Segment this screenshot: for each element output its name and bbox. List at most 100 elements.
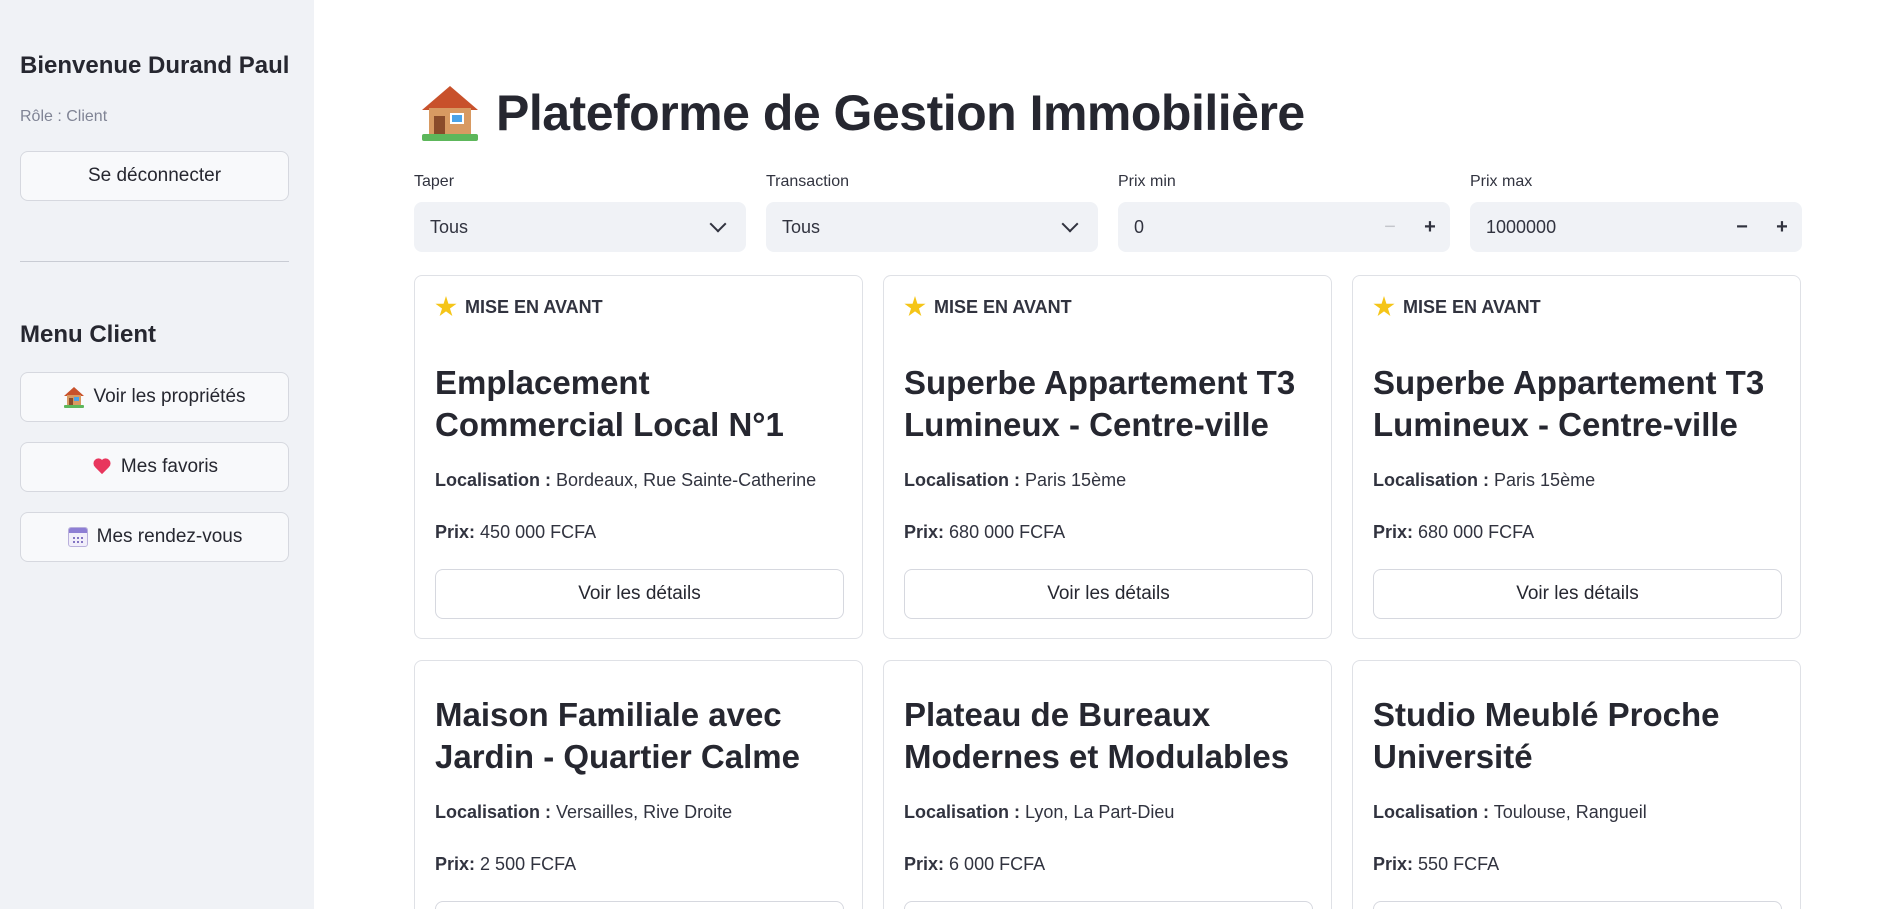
- property-card: Plateau de Bureaux Modernes et Modulable…: [883, 660, 1332, 909]
- type-filter-label: Taper: [414, 173, 455, 190]
- location-label: Localisation :: [904, 802, 1021, 822]
- price-min-filter: Prix min 0 − +: [1118, 173, 1450, 252]
- location-value: Toulouse, Rangueil: [1493, 802, 1647, 822]
- property-card: MISE EN AVANT Superbe Appartement T3 Lum…: [883, 275, 1332, 639]
- app: Bienvenue Durand Paul Rôle : Client Se d…: [0, 0, 1904, 909]
- price-min-label: Prix min: [1118, 173, 1176, 190]
- page-title-text: Plateforme de Gestion Immobilière: [496, 85, 1305, 141]
- location-value: Paris 15ème: [1025, 470, 1127, 490]
- view-details-button[interactable]: Voir les détails: [904, 569, 1313, 619]
- price-value: 680 000 FCFA: [949, 522, 1066, 542]
- chevron-down-icon: [709, 215, 727, 233]
- featured-badge: MISE EN AVANT: [904, 296, 1072, 318]
- location-label: Localisation :: [435, 802, 552, 822]
- property-title: Superbe Appartement T3 Lumineux - Centre…: [904, 364, 1296, 443]
- sidebar: Bienvenue Durand Paul Rôle : Client Se d…: [0, 0, 314, 909]
- location-value: Lyon, La Part-Dieu: [1025, 802, 1175, 822]
- property-card: MISE EN AVANT Emplacement Commercial Loc…: [414, 275, 863, 639]
- price-max-filter: Prix max 1000000 − +: [1470, 173, 1802, 252]
- view-details-button[interactable]: Voir les détails: [1373, 569, 1782, 619]
- sidebar-item-label: Mes rendez-vous: [96, 526, 243, 547]
- property-card: Studio Meublé Proche Université Localisa…: [1352, 660, 1801, 909]
- star-icon: [435, 296, 457, 317]
- property-location: Localisation : Toulouse, Rangueil: [1373, 802, 1647, 823]
- type-select[interactable]: Tous: [414, 202, 746, 252]
- featured-label: MISE EN AVANT: [1403, 296, 1541, 317]
- property-location: Localisation : Versailles, Rive Droite: [435, 802, 732, 823]
- heart-icon: [91, 456, 113, 478]
- featured-badge: MISE EN AVANT: [1373, 296, 1541, 318]
- property-price: Prix: 6 000 FCFA: [904, 854, 1045, 875]
- price-value: 450 000 FCFA: [480, 522, 597, 542]
- property-location: Localisation : Paris 15ème: [1373, 470, 1595, 491]
- star-icon: [904, 296, 926, 317]
- property-price: Prix: 2 500 FCFA: [435, 854, 576, 875]
- sidebar-item-label: Voir les propriétés: [93, 386, 246, 407]
- property-location: Localisation : Bordeaux, Rue Sainte-Cath…: [435, 470, 816, 491]
- star-icon: [1373, 296, 1395, 317]
- featured-label: MISE EN AVANT: [934, 296, 1072, 317]
- type-select-value: Tous: [430, 216, 469, 237]
- property-card: MISE EN AVANT Superbe Appartement T3 Lum…: [1352, 275, 1801, 639]
- featured-badge: MISE EN AVANT: [435, 296, 603, 318]
- sidebar-item-favorites[interactable]: Mes favoris: [20, 442, 289, 492]
- price-max-label: Prix max: [1470, 173, 1533, 190]
- price-label: Prix:: [1373, 854, 1414, 874]
- price-label: Prix:: [435, 854, 476, 874]
- location-label: Localisation :: [435, 470, 552, 490]
- property-title: Emplacement Commercial Local N°1: [435, 364, 784, 443]
- property-price: Prix: 680 000 FCFA: [1373, 522, 1534, 543]
- property-price: Prix: 680 000 FCFA: [904, 522, 1065, 543]
- sidebar-item-properties[interactable]: Voir les propriétés: [20, 372, 289, 422]
- type-filter: Taper Tous: [414, 173, 746, 252]
- price-min-input[interactable]: 0 − +: [1118, 202, 1450, 252]
- sidebar-divider: [20, 261, 289, 262]
- price-max-value: 1000000: [1486, 216, 1557, 237]
- property-location: Localisation : Lyon, La Part-Dieu: [904, 802, 1174, 823]
- welcome-text: Bienvenue Durand Paul: [20, 52, 290, 79]
- transaction-filter: Transaction Tous: [766, 173, 1098, 252]
- location-value: Paris 15ème: [1494, 470, 1596, 490]
- price-label: Prix:: [435, 522, 476, 542]
- view-details-button[interactable]: Voir les détails: [435, 901, 844, 909]
- sidebar-item-appointments[interactable]: Mes rendez-vous: [20, 512, 289, 562]
- property-title: Maison Familiale avec Jardin - Quartier …: [435, 696, 800, 775]
- page-title: Plateforme de Gestion Immobilière: [420, 84, 1305, 142]
- view-details-button[interactable]: Voir les détails: [904, 901, 1313, 909]
- property-title: Superbe Appartement T3 Lumineux - Centre…: [1373, 364, 1765, 443]
- price-label: Prix:: [904, 522, 945, 542]
- price-max-decrement-button[interactable]: −: [1722, 202, 1762, 252]
- house-icon: [420, 84, 480, 142]
- logout-button[interactable]: Se déconnecter: [20, 151, 289, 201]
- location-value: Versailles, Rive Droite: [556, 802, 733, 822]
- chevron-down-icon: [1061, 215, 1079, 233]
- view-details-button[interactable]: Voir les détails: [1373, 901, 1782, 909]
- view-details-button[interactable]: Voir les détails: [435, 569, 844, 619]
- sidebar-item-label: Mes favoris: [120, 456, 219, 477]
- price-min-decrement-button[interactable]: −: [1370, 202, 1410, 252]
- property-title: Plateau de Bureaux Modernes et Modulable…: [904, 696, 1290, 775]
- property-location: Localisation : Paris 15ème: [904, 470, 1126, 491]
- price-max-input[interactable]: 1000000 − +: [1470, 202, 1802, 252]
- transaction-select[interactable]: Tous: [766, 202, 1098, 252]
- price-value: 2 500 FCFA: [480, 854, 577, 874]
- location-label: Localisation :: [1373, 470, 1490, 490]
- location-label: Localisation :: [904, 470, 1021, 490]
- house-icon: [63, 386, 85, 408]
- price-value: 550 FCFA: [1418, 854, 1500, 874]
- property-price: Prix: 450 000 FCFA: [435, 522, 596, 543]
- property-title: Studio Meublé Proche Université: [1373, 696, 1720, 775]
- price-value: 6 000 FCFA: [949, 854, 1046, 874]
- property-price: Prix: 550 FCFA: [1373, 854, 1499, 875]
- price-value: 680 000 FCFA: [1418, 522, 1535, 542]
- price-label: Prix:: [1373, 522, 1414, 542]
- role-text: Rôle : Client: [20, 108, 108, 125]
- location-label: Localisation :: [1373, 802, 1490, 822]
- transaction-filter-label: Transaction: [766, 173, 849, 190]
- featured-label: MISE EN AVANT: [465, 296, 603, 317]
- price-min-value: 0: [1134, 216, 1145, 237]
- property-card: Maison Familiale avec Jardin - Quartier …: [414, 660, 863, 909]
- logout-button-label: Se déconnecter: [87, 165, 222, 186]
- price-max-increment-button[interactable]: +: [1762, 202, 1802, 252]
- price-min-increment-button[interactable]: +: [1410, 202, 1450, 252]
